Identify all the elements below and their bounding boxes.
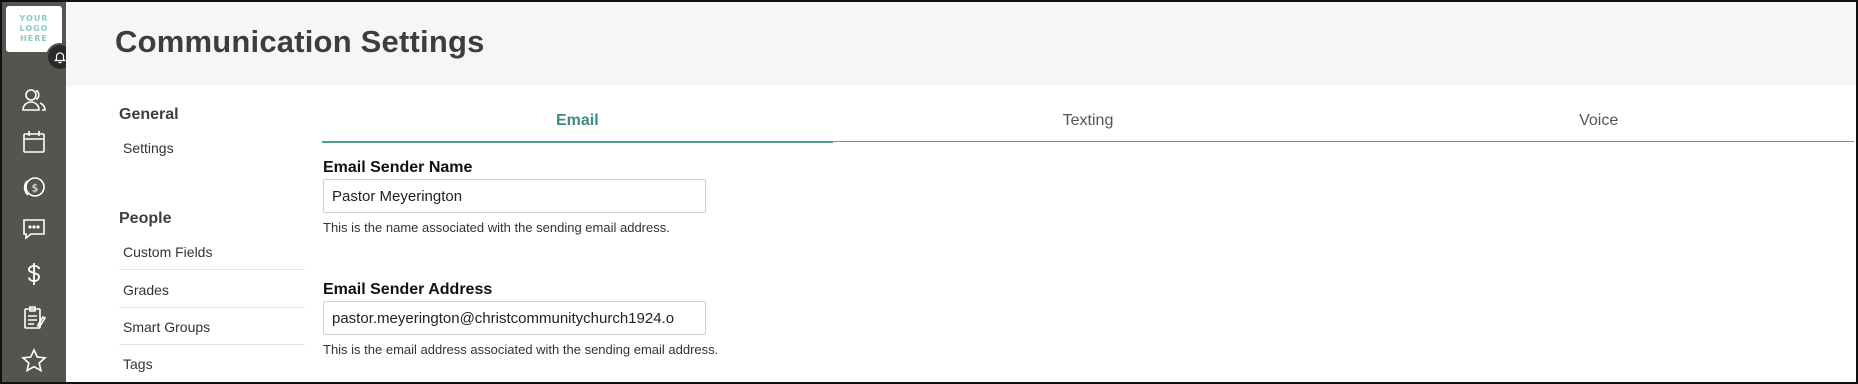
dollar-icon[interactable] [20,260,48,288]
page-header: Communication Settings [66,2,1856,86]
sender-address-input[interactable] [323,301,706,335]
sender-address-help: This is the email address associated wit… [323,342,719,357]
app-frame: YOUR LOGO HERE $ Communication Settings … [0,0,1858,384]
forms-icon[interactable] [20,304,48,332]
nav-item-settings[interactable]: Settings [119,130,305,166]
logo-line-2: LOGO [19,24,49,33]
page-title: Communication Settings [115,24,485,59]
sender-name-input[interactable] [323,179,706,213]
messages-icon[interactable] [20,215,48,243]
left-rail: YOUR LOGO HERE $ [2,2,74,382]
star-icon[interactable] [20,347,48,375]
nav-item-tags[interactable]: Tags [119,346,305,382]
people-icon[interactable] [20,86,48,114]
nav-item-smart-groups[interactable]: Smart Groups [119,309,305,345]
sender-name-label: Email Sender Name [323,159,473,176]
nav-section-general: General [119,106,179,123]
logo-line-1: YOUR [19,14,49,23]
svg-text:$: $ [32,182,39,195]
nav-item-custom-fields[interactable]: Custom Fields [119,234,305,270]
tab-texting[interactable]: Texting [833,106,1344,141]
tab-email[interactable]: Email [322,106,833,143]
sender-address-label: Email Sender Address [323,281,493,298]
nav-item-grades[interactable]: Grades [119,272,305,308]
logo-line-3: HERE [20,34,48,43]
channel-tabs: Email Texting Voice [322,106,1854,143]
giving-icon[interactable]: $ [20,172,48,200]
nav-section-people: People [119,210,172,227]
tab-voice[interactable]: Voice [1343,106,1854,141]
sender-name-help: This is the name associated with the sen… [323,220,670,235]
calendar-icon[interactable] [20,128,48,156]
